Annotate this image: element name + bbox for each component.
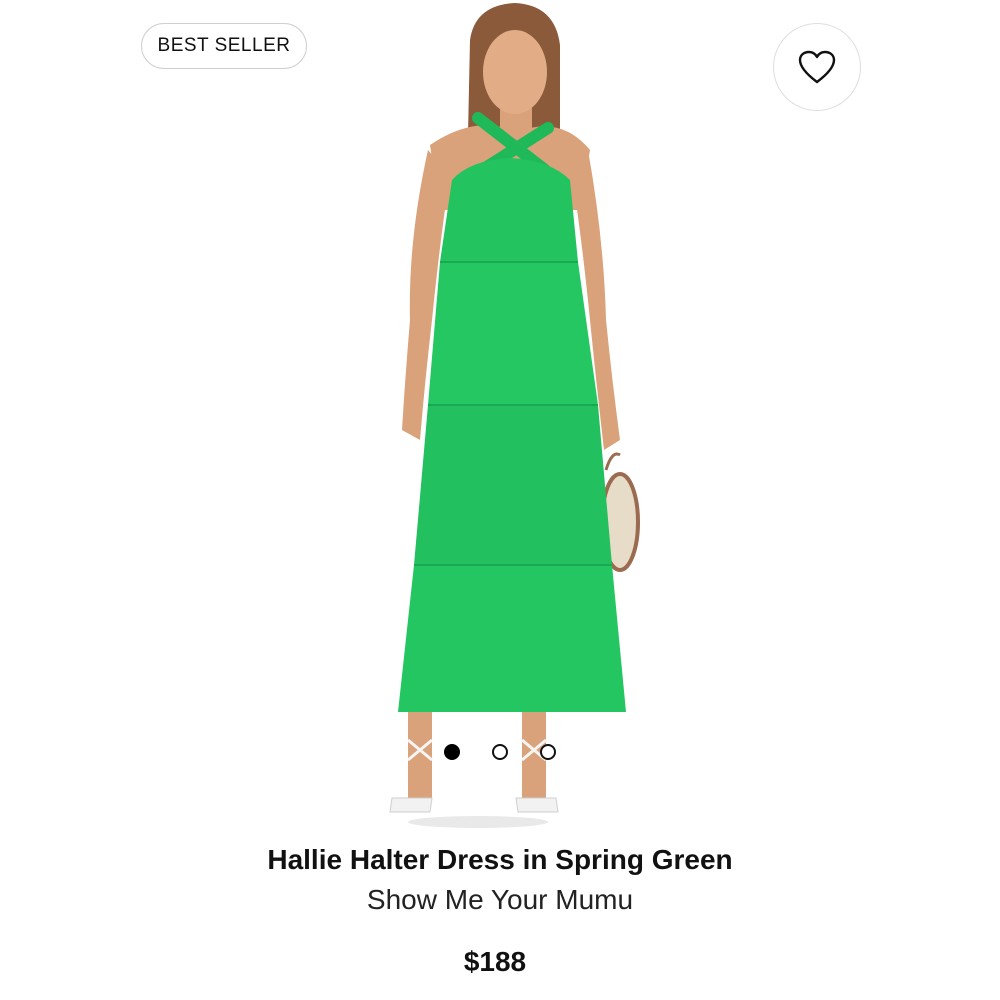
product-image[interactable]: [0, 0, 1000, 840]
best-seller-label: BEST SELLER: [157, 35, 291, 56]
carousel-dots: [0, 744, 1000, 760]
product-price: $188: [463, 946, 527, 977]
carousel-dot-1[interactable]: [444, 744, 460, 760]
product-title[interactable]: Hallie Halter Dress in Spring Green: [0, 844, 1000, 876]
best-seller-badge: BEST SELLER: [141, 23, 307, 69]
wishlist-button[interactable]: [773, 23, 861, 111]
carousel-dot-2[interactable]: [492, 744, 508, 760]
heart-icon: [798, 50, 836, 84]
carousel-dot-3[interactable]: [540, 744, 556, 760]
product-card[interactable]: BEST SELLER Hallie Halter Dress in Sprin…: [0, 0, 1000, 1000]
product-brand[interactable]: Show Me Your Mumu: [0, 884, 1000, 916]
